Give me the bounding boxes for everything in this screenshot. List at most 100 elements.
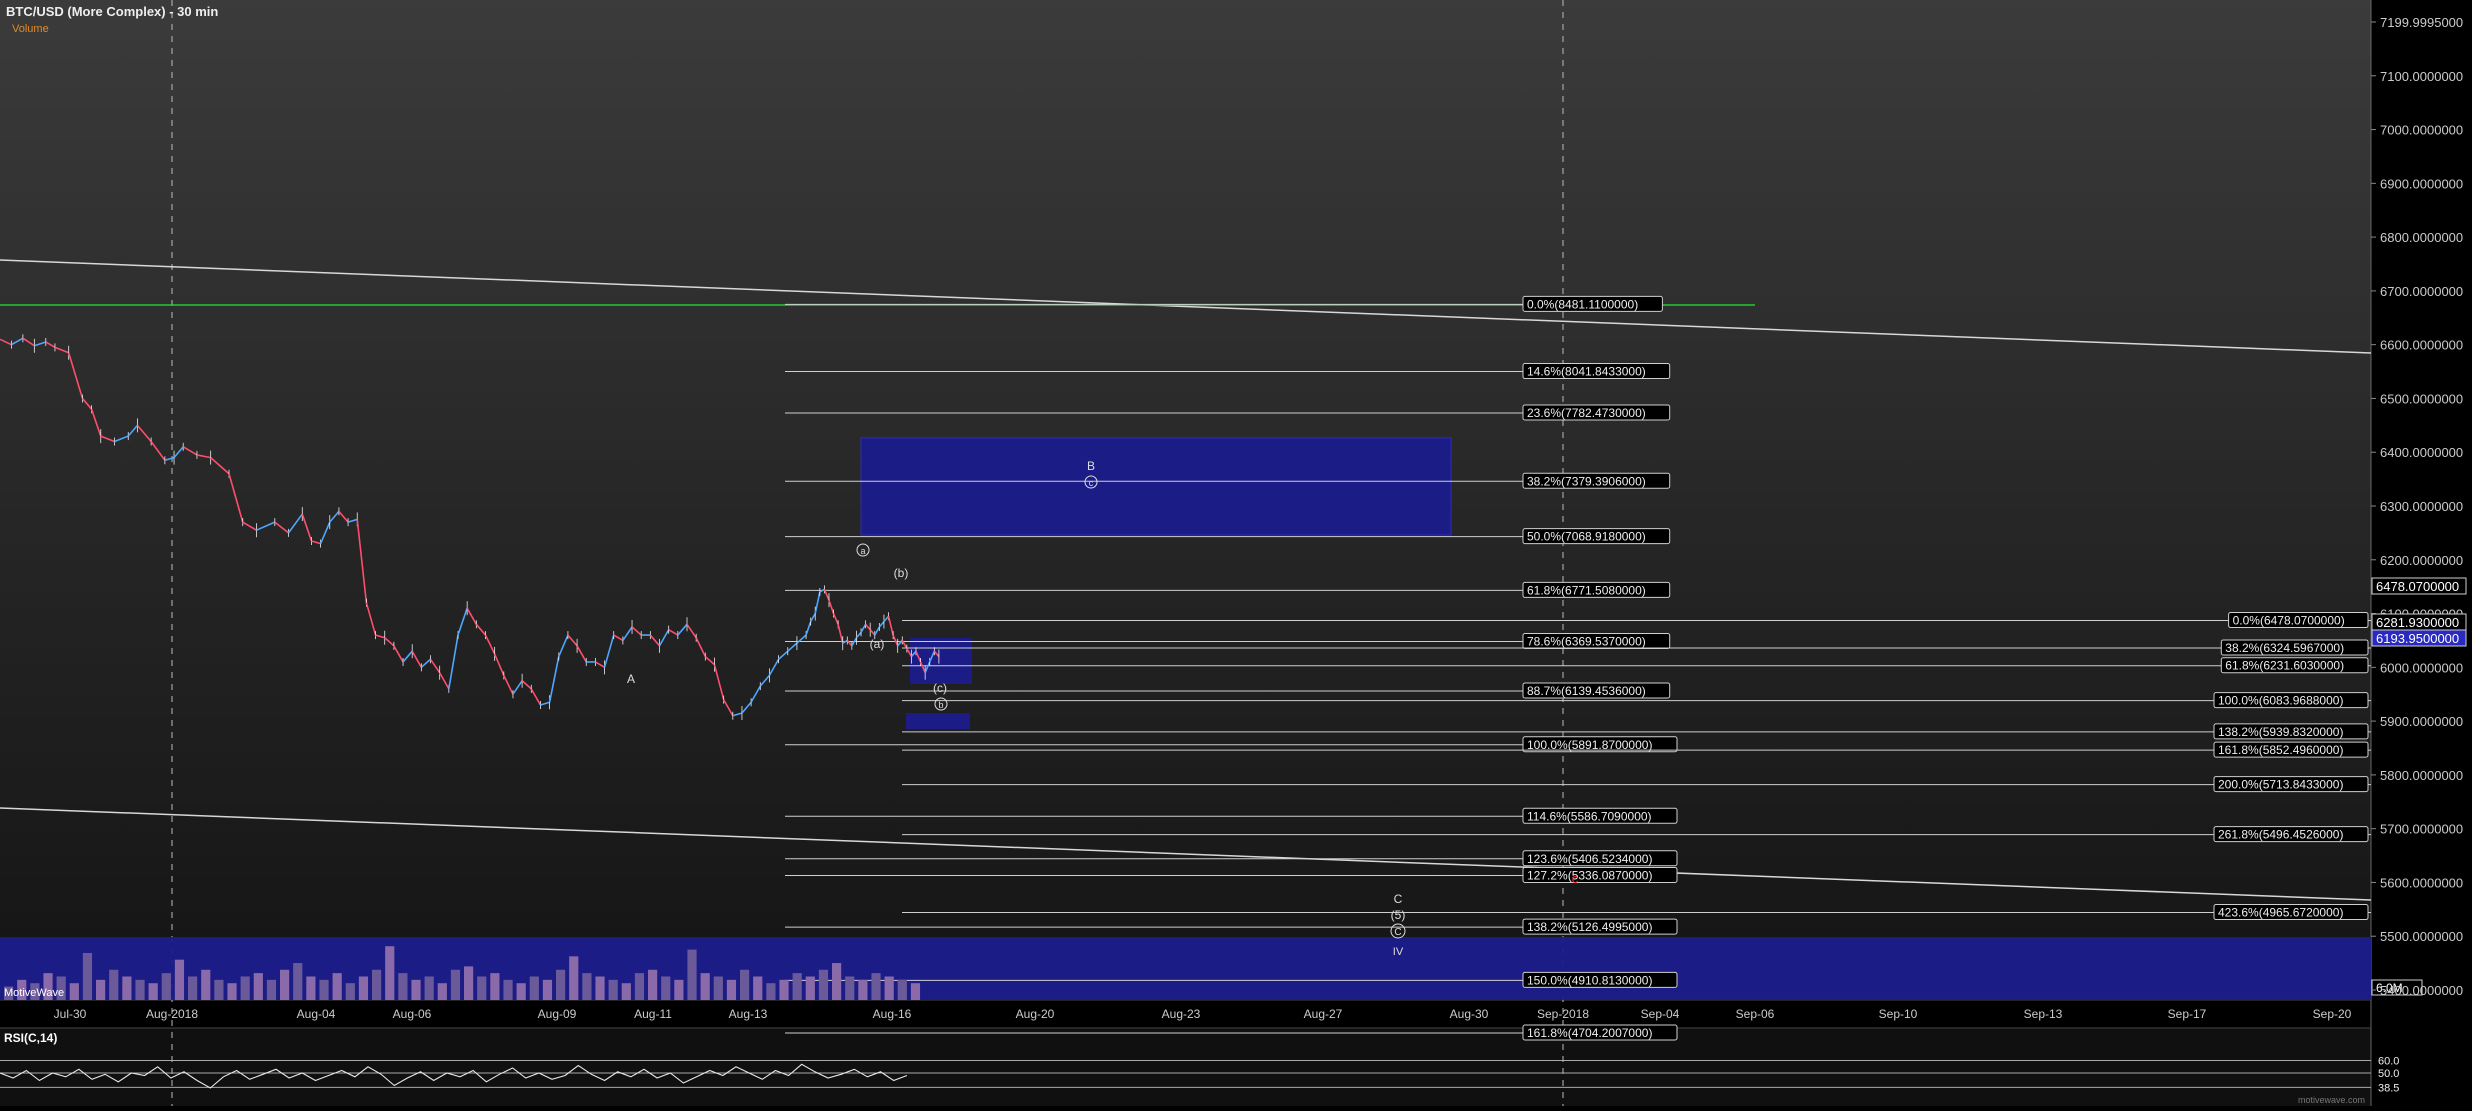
x-tick-label: Aug-09 bbox=[538, 1007, 577, 1021]
support-zone-box[interactable] bbox=[0, 937, 2371, 1000]
price-badge: 6281.9300000 bbox=[2376, 615, 2459, 630]
volume-bar bbox=[280, 969, 290, 1000]
volume-bar bbox=[884, 976, 894, 1000]
volume-bar bbox=[792, 973, 802, 1000]
wave-label-circle-a: a bbox=[860, 546, 865, 556]
volume-bar bbox=[740, 969, 750, 1000]
volume-bar bbox=[437, 983, 447, 1000]
fib-label-left: 50.0%(7068.9180000) bbox=[1527, 530, 1646, 544]
volume-bar bbox=[82, 952, 93, 1000]
x-tick-label: Sep-17 bbox=[2168, 1007, 2207, 1021]
volume-bar bbox=[529, 976, 539, 1000]
volume-bar bbox=[201, 969, 211, 1000]
volume-bar bbox=[779, 979, 789, 1000]
volume-bar bbox=[411, 979, 421, 1000]
volume-bar bbox=[319, 979, 329, 1000]
fib-label-left: 61.8%(6771.5080000) bbox=[1527, 583, 1646, 597]
wave-label-circle-b: b bbox=[938, 700, 943, 710]
wave-label-circle-c-b: c bbox=[1089, 478, 1094, 488]
volume-bar bbox=[227, 983, 237, 1000]
volume-bar bbox=[858, 979, 868, 1000]
y-tick-label: 6800.0000000 bbox=[2380, 230, 2463, 245]
chart-window: 0.0%(8481.1100000) 14.6%(8041.8433000) 23.… bbox=[0, 0, 2472, 1106]
volume-bar bbox=[266, 979, 277, 1000]
fib-label-left: 38.2%(7379.3906000) bbox=[1527, 474, 1646, 488]
wave-b-target-box[interactable] bbox=[860, 437, 1452, 536]
x-tick-label: Aug-16 bbox=[873, 1007, 912, 1021]
y-tick-label: 5900.0000000 bbox=[2380, 714, 2463, 729]
x-tick-label: Sep-20 bbox=[2313, 1007, 2352, 1021]
rsi-tick-label: 50.0 bbox=[2378, 1068, 2399, 1080]
chart-canvas[interactable]: 0.0%(8481.1100000) 14.6%(8041.8433000) 23.… bbox=[0, 0, 2472, 1106]
wave-c-box-1[interactable] bbox=[910, 638, 972, 684]
wave-c-box-2[interactable] bbox=[906, 713, 970, 729]
y-tick-label: 5400.0000000 bbox=[2380, 983, 2463, 998]
volume-bar bbox=[648, 969, 658, 1000]
volume-bar bbox=[503, 979, 513, 1000]
x-tick-label: Sep-10 bbox=[1879, 1007, 1918, 1021]
volume-bar bbox=[753, 976, 763, 1000]
fib-label-left: 78.6%(6369.5370000) bbox=[1527, 635, 1646, 649]
rsi-tick-label: 38.5 bbox=[2378, 1082, 2399, 1094]
fib-label-left: 138.2%(5126.4995000) bbox=[1527, 920, 1652, 934]
x-tick-label: Sep-04 bbox=[1641, 1007, 1680, 1021]
wave-label-b-paren: (b) bbox=[894, 566, 909, 580]
volume-bar bbox=[595, 976, 605, 1000]
fib-label-right: 200.0%(5713.8433000) bbox=[2218, 778, 2343, 792]
volume-bar bbox=[818, 969, 829, 1000]
volume-bar bbox=[372, 969, 382, 1000]
fib-label-left: 114.6%(5586.7090000) bbox=[1527, 809, 1652, 823]
y-tick-label: 6700.0000000 bbox=[2380, 284, 2463, 299]
volume-bar bbox=[293, 963, 303, 1000]
y-tick-label: 7199.9995000 bbox=[2380, 15, 2463, 30]
volume-bar bbox=[96, 979, 106, 1000]
volume-bar bbox=[214, 979, 224, 1000]
volume-bar bbox=[148, 983, 158, 1000]
wave-label-circle-c-big: C bbox=[1394, 927, 1401, 938]
fib-label-right: 138.2%(5939.8320000) bbox=[2218, 725, 2343, 739]
chart-title: BTC/USD (More Complex) - 30 min bbox=[6, 4, 218, 19]
volume-bar bbox=[845, 976, 855, 1000]
fib-label-left: 88.7%(6139.4536000) bbox=[1527, 684, 1646, 698]
y-tick-label: 6200.0000000 bbox=[2380, 553, 2463, 568]
volume-bar bbox=[490, 973, 500, 1000]
x-tick-label: Jul-30 bbox=[54, 1007, 87, 1021]
y-tick-label: 6900.0000000 bbox=[2380, 176, 2463, 191]
volume-bar bbox=[253, 973, 263, 1000]
volume-bar bbox=[450, 969, 461, 1000]
wave-label-c-small: C bbox=[1394, 892, 1403, 906]
volume-bar bbox=[188, 976, 198, 1000]
fib-label-left: 150.0%(4910.8130000) bbox=[1527, 973, 1652, 987]
x-tick-label: Aug-23 bbox=[1162, 1007, 1201, 1021]
y-tick-label: 5800.0000000 bbox=[2380, 768, 2463, 783]
volume-bar bbox=[477, 976, 487, 1000]
y-tick-label: 5700.0000000 bbox=[2380, 822, 2463, 837]
volume-bar bbox=[332, 973, 342, 1000]
volume-bar bbox=[358, 976, 369, 1000]
volume-bar bbox=[621, 983, 631, 1000]
fib-label-right: 61.8%(6231.6030000) bbox=[2225, 659, 2344, 673]
y-tick-label: 7100.0000000 bbox=[2380, 69, 2463, 84]
credit-text: motivewave.com bbox=[2298, 1095, 2365, 1105]
volume-bar bbox=[582, 973, 592, 1000]
rsi-tick-label: 60.0 bbox=[2378, 1056, 2399, 1068]
x-tick-label: Aug-27 bbox=[1304, 1007, 1343, 1021]
rsi-label: RSI(C,14) bbox=[4, 1031, 57, 1045]
volume-bar bbox=[766, 983, 776, 1000]
volume-bar bbox=[109, 969, 119, 1000]
fib-label-right: 423.6%(4965.6720000) bbox=[2218, 906, 2343, 920]
volume-bar bbox=[542, 979, 553, 1000]
volume-bar bbox=[174, 959, 185, 1000]
x-tick-label: Aug-04 bbox=[297, 1007, 336, 1021]
volume-bar bbox=[661, 976, 671, 1000]
volume-bar bbox=[910, 983, 921, 1000]
volume-bar bbox=[161, 973, 171, 1000]
y-tick-label: 6400.0000000 bbox=[2380, 445, 2463, 460]
volume-bar bbox=[832, 963, 842, 1000]
fib-label-right: 38.2%(6324.5967000) bbox=[2225, 641, 2344, 655]
y-tick-label: 6500.0000000 bbox=[2380, 391, 2463, 406]
fib-label-right: 100.0%(6083.9688000) bbox=[2218, 694, 2343, 708]
wave-label-a-paren: (a) bbox=[870, 637, 885, 651]
wave-label-b: B bbox=[1087, 459, 1095, 473]
wave-label-a: A bbox=[627, 672, 635, 686]
